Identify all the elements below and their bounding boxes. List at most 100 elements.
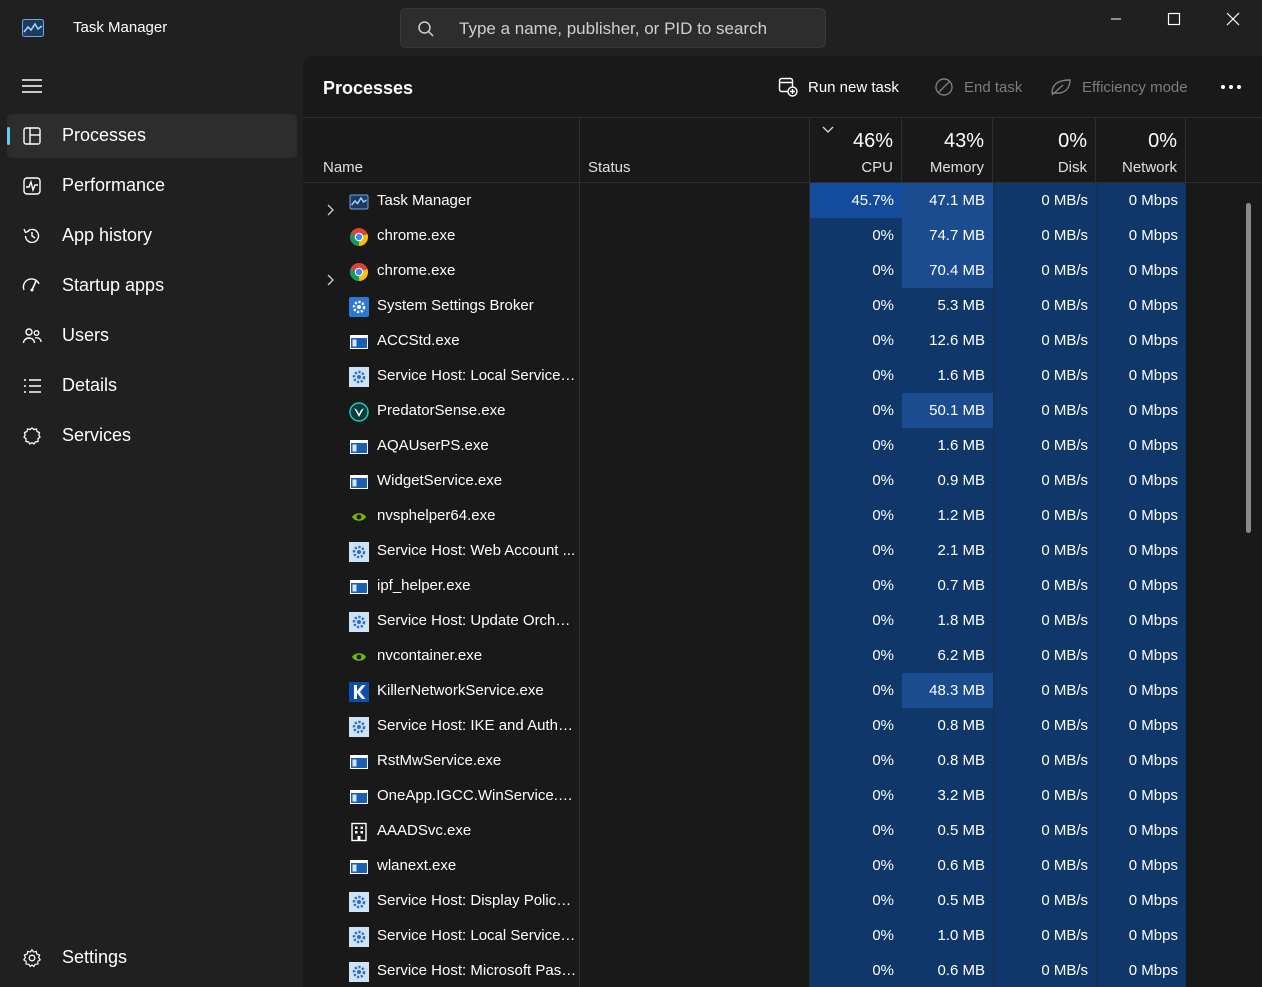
column-header-disk[interactable]: 0% Disk [993,118,1096,182]
search-box[interactable] [400,8,826,49]
run-task-icon [778,77,798,97]
process-row[interactable]: nvsphelper64.exe 0% 1.2 MB 0 MB/s 0 Mbps [303,498,1262,533]
sidebar-item-processes[interactable]: Processes [7,114,297,158]
service-gear-icon [349,610,369,632]
expand-chevron-icon[interactable] [327,264,335,288]
process-status-cell [580,463,810,498]
search-input[interactable] [457,9,821,49]
process-row[interactable]: ipf_helper.exe 0% 0.7 MB 0 MB/s 0 Mbps [303,568,1262,603]
column-header-memory[interactable]: 43% Memory [902,118,993,182]
maximize-button[interactable] [1145,0,1203,38]
process-name-cell: ipf_helper.exe [303,568,580,603]
process-name: WidgetService.exe [377,472,503,489]
disk-value: 0 MB/s [993,428,1096,463]
minimize-button[interactable] [1087,0,1145,38]
process-status-cell [580,708,810,743]
process-row[interactable]: System Settings Broker 0% 5.3 MB 0 MB/s 0 Mb… [303,288,1262,323]
process-row[interactable]: wlanext.exe 0% 0.6 MB 0 MB/s 0 Mbps [303,848,1262,883]
process-row[interactable]: RstMwService.exe 0% 0.8 MB 0 MB/s 0 Mbps [303,743,1262,778]
process-row[interactable]: Service Host: Local Service (... 0% 1.6 MB… [303,358,1262,393]
process-name: KillerNetworkService.exe [377,682,544,699]
memory-value: 0.8 MB [902,743,993,778]
service-gear-icon [349,540,369,562]
cpu-value: 0% [810,743,902,778]
taskmanager-app-icon [22,19,44,37]
page-title: Processes [323,78,414,98]
process-row[interactable]: KillerNetworkService.exe 0% 48.3 MB 0 MB/s 0… [303,673,1262,708]
close-button[interactable] [1204,0,1262,38]
end-task-button[interactable]: End task [934,74,1022,100]
cpu-value: 0% [810,953,902,987]
process-status-cell [580,533,810,568]
memory-value: 3.2 MB [902,778,993,813]
process-row[interactable]: Service Host: Display Policy ... 0% 0.5 MB… [303,883,1262,918]
process-name: AAADSvc.exe [377,822,472,839]
network-value: 0 Mbps [1096,288,1186,323]
process-name: OneApp.IGCC.WinService.exe [377,787,577,804]
process-row[interactable]: Service Host: Web Account ... 0% 2.1 MB 0 M… [303,533,1262,568]
vertical-scrollbar[interactable] [1246,203,1251,533]
cpu-value: 0% [810,533,902,568]
sidebar-item-startup-apps[interactable]: Startup apps [7,264,297,308]
expand-chevron-icon[interactable] [327,194,335,218]
process-name-cell: RstMwService.exe [303,743,580,778]
predator-icon [349,400,369,422]
process-name: RstMwService.exe [377,752,502,769]
process-status-cell [580,673,810,708]
process-row[interactable]: Service Host: Local Service (... 0% 1.0 MB… [303,918,1262,953]
hamburger-menu-icon[interactable] [22,78,42,94]
more-options-button[interactable] [1213,74,1249,100]
column-header-name[interactable]: Name [303,118,580,182]
disk-value: 0 MB/s [993,393,1096,428]
disk-value: 0 MB/s [993,953,1096,987]
sidebar-item-performance[interactable]: Performance [7,164,297,208]
sidebar-item-details[interactable]: Details [7,364,297,408]
process-name-cell: Service Host: Microsoft Pass... [303,953,580,987]
column-header-status[interactable]: Status [580,118,810,182]
column-header-cpu[interactable]: 46% CPU [810,118,902,182]
cpu-value: 0% [810,393,902,428]
settings-gear-icon [349,295,369,317]
disk-value: 0 MB/s [993,463,1096,498]
process-row[interactable]: Service Host: IKE and AuthIP... 0% 0.8 MB 0… [303,708,1262,743]
memory-value: 2.1 MB [902,533,993,568]
run-new-task-button[interactable]: Run new task [778,74,899,100]
sidebar-item-app-history[interactable]: App history [7,214,297,258]
network-value: 0 Mbps [1096,358,1186,393]
sidebar-item-label: Users [62,325,110,345]
sidebar-item-settings[interactable]: Settings [7,936,297,980]
process-name-cell: wlanext.exe [303,848,580,883]
process-name: PredatorSense.exe [377,402,506,419]
network-value: 0 Mbps [1096,498,1186,533]
process-name-cell: Service Host: Update Orches... [303,603,580,638]
memory-value: 1.6 MB [902,428,993,463]
process-row[interactable]: chrome.exe 0% 70.4 MB 0 MB/s 0 Mbps [303,253,1262,288]
process-row[interactable]: PredatorSense.exe 0% 50.1 MB 0 MB/s 0 Mbps [303,393,1262,428]
column-label: Memory [929,159,984,176]
process-status-cell [580,428,810,463]
process-row[interactable]: AQAUserPS.exe 0% 1.6 MB 0 MB/s 0 Mbps [303,428,1262,463]
column-header-network[interactable]: 0% Network [1096,118,1186,182]
memory-value: 74.7 MB [902,218,993,253]
process-row[interactable]: Service Host: Microsoft Pass... 0% 0.6 MB 0… [303,953,1262,987]
process-row[interactable]: OneApp.IGCC.WinService.exe 0% 3.2 MB 0 MB/s… [303,778,1262,813]
process-row[interactable]: AAADSvc.exe 0% 0.5 MB 0 MB/s 0 Mbps [303,813,1262,848]
process-status-cell [580,603,810,638]
disk-value: 0 MB/s [993,883,1096,918]
process-row[interactable]: WidgetService.exe 0% 0.9 MB 0 MB/s 0 Mbps [303,463,1262,498]
process-name-cell: chrome.exe [303,253,580,288]
efficiency-mode-button[interactable]: Efficiency mode [1050,74,1188,100]
chrome-icon [349,225,369,247]
sidebar-item-users[interactable]: Users [7,314,297,358]
process-row[interactable]: chrome.exe 0% 74.7 MB 0 MB/s 0 Mbps [303,218,1262,253]
process-name-cell: AAADSvc.exe [303,813,580,848]
process-row[interactable]: ACCStd.exe 0% 12.6 MB 0 MB/s 0 Mbps [303,323,1262,358]
process-row[interactable]: Service Host: Update Orches... 0% 1.8 MB 0 … [303,603,1262,638]
nvidia-icon [349,645,369,665]
disk-value: 0 MB/s [993,218,1096,253]
process-row[interactable]: Task Manager 45.7% 47.1 MB 0 MB/s 0 Mbps [303,183,1262,218]
sidebar-item-services[interactable]: Services [7,414,297,458]
process-row[interactable]: nvcontainer.exe 0% 6.2 MB 0 MB/s 0 Mbps [303,638,1262,673]
process-name: chrome.exe [377,262,456,279]
process-name: wlanext.exe [377,857,457,874]
